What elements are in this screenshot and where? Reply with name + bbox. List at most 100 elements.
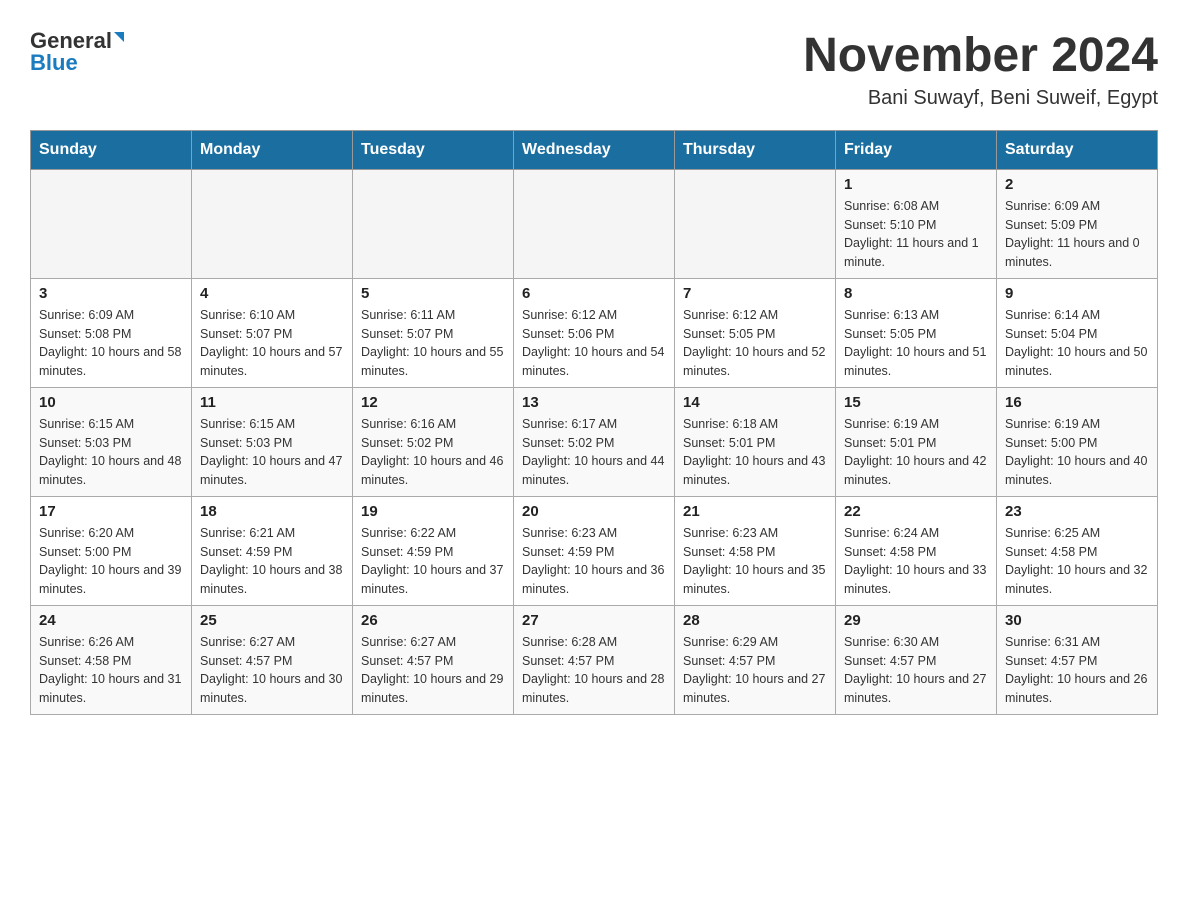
calendar-subtitle: Bani Suwayf, Beni Suweif, Egypt xyxy=(803,87,1158,110)
page-header: General Blue November 2024 Bani Suwayf, … xyxy=(30,30,1158,110)
day-info: Sunrise: 6:24 AM Sunset: 4:58 PM Dayligh… xyxy=(844,524,988,599)
day-info: Sunrise: 6:30 AM Sunset: 4:57 PM Dayligh… xyxy=(844,633,988,708)
day-info: Sunrise: 6:09 AM Sunset: 5:09 PM Dayligh… xyxy=(1005,197,1149,272)
calendar-cell: 6 Sunrise: 6:12 AM Sunset: 5:06 PM Daylig… xyxy=(514,278,675,387)
calendar-cell: 2 Sunrise: 6:09 AM Sunset: 5:09 PM Daylig… xyxy=(997,169,1158,278)
day-info: Sunrise: 6:22 AM Sunset: 4:59 PM Dayligh… xyxy=(361,524,505,599)
day-number: 3 xyxy=(39,285,183,302)
day-info: Sunrise: 6:13 AM Sunset: 5:05 PM Dayligh… xyxy=(844,306,988,381)
calendar-cell: 22Sunrise: 6:24 AM Sunset: 4:58 PM Dayli… xyxy=(836,496,997,605)
calendar-cell: 11Sunrise: 6:15 AM Sunset: 5:03 PM Dayli… xyxy=(192,387,353,496)
day-number: 4 xyxy=(200,285,344,302)
day-number: 5 xyxy=(361,285,505,302)
calendar-cell: 29Sunrise: 6:30 AM Sunset: 4:57 PM Dayli… xyxy=(836,605,997,714)
calendar-cell xyxy=(31,169,192,278)
day-info: Sunrise: 6:23 AM Sunset: 4:58 PM Dayligh… xyxy=(683,524,827,599)
day-number: 23 xyxy=(1005,503,1149,520)
calendar-title: November 2024 xyxy=(803,30,1158,83)
logo: General Blue xyxy=(30,30,124,74)
week-row-3: 10 Sunrise: 6:15 AM Sunset: 5:03 PM Dayli… xyxy=(31,387,1158,496)
day-info: Sunrise: 6:11 AM Sunset: 5:07 PM Dayligh… xyxy=(361,306,505,381)
day-info: Sunrise: 6:21 AM Sunset: 4:59 PM Dayligh… xyxy=(200,524,344,599)
week-row-1: 1 Sunrise: 6:08 AM Sunset: 5:10 PM Daylig… xyxy=(31,169,1158,278)
day-info: Sunrise: 6:09 AM Sunset: 5:08 PM Dayligh… xyxy=(39,306,183,381)
day-number: 24 xyxy=(39,612,183,629)
day-info: Sunrise: 6:31 AM Sunset: 4:57 PM Dayligh… xyxy=(1005,633,1149,708)
calendar-cell: 17Sunrise: 6:20 AM Sunset: 5:00 PM Dayli… xyxy=(31,496,192,605)
header-saturday: Saturday xyxy=(997,130,1158,169)
calendar-cell: 7Sunrise: 6:12 AM Sunset: 5:05 PM Daylig… xyxy=(675,278,836,387)
day-info: Sunrise: 6:14 AM Sunset: 5:04 PM Dayligh… xyxy=(1005,306,1149,381)
calendar-cell: 10 Sunrise: 6:15 AM Sunset: 5:03 PM Dayli… xyxy=(31,387,192,496)
day-number: 2 xyxy=(1005,176,1149,193)
calendar-cell: 13Sunrise: 6:17 AM Sunset: 5:02 PM Dayli… xyxy=(514,387,675,496)
calendar-header-row: SundayMondayTuesdayWednesdayThursdayFrid… xyxy=(31,130,1158,169)
day-info: Sunrise: 6:17 AM Sunset: 5:02 PM Dayligh… xyxy=(522,415,666,490)
header-monday: Monday xyxy=(192,130,353,169)
day-info: Sunrise: 6:25 AM Sunset: 4:58 PM Dayligh… xyxy=(1005,524,1149,599)
calendar-cell: 30 Sunrise: 6:31 AM Sunset: 4:57 PM Dayli… xyxy=(997,605,1158,714)
week-row-2: 3 Sunrise: 6:09 AM Sunset: 5:08 PM Daylig… xyxy=(31,278,1158,387)
calendar-cell: 21Sunrise: 6:23 AM Sunset: 4:58 PM Dayli… xyxy=(675,496,836,605)
calendar-cell: 12 Sunrise: 6:16 AM Sunset: 5:02 PM Dayli… xyxy=(353,387,514,496)
calendar-cell: 23 Sunrise: 6:25 AM Sunset: 4:58 PM Dayli… xyxy=(997,496,1158,605)
day-number: 14 xyxy=(683,394,827,411)
header-wednesday: Wednesday xyxy=(514,130,675,169)
day-number: 9 xyxy=(1005,285,1149,302)
calendar-cell: 20Sunrise: 6:23 AM Sunset: 4:59 PM Dayli… xyxy=(514,496,675,605)
day-info: Sunrise: 6:29 AM Sunset: 4:57 PM Dayligh… xyxy=(683,633,827,708)
day-number: 19 xyxy=(361,503,505,520)
calendar-cell: 18 Sunrise: 6:21 AM Sunset: 4:59 PM Dayli… xyxy=(192,496,353,605)
calendar-cell xyxy=(353,169,514,278)
day-number: 8 xyxy=(844,285,988,302)
calendar-cell: 15 Sunrise: 6:19 AM Sunset: 5:01 PM Dayli… xyxy=(836,387,997,496)
calendar-cell: 19 Sunrise: 6:22 AM Sunset: 4:59 PM Dayli… xyxy=(353,496,514,605)
calendar-cell xyxy=(192,169,353,278)
day-info: Sunrise: 6:18 AM Sunset: 5:01 PM Dayligh… xyxy=(683,415,827,490)
header-sunday: Sunday xyxy=(31,130,192,169)
title-block: November 2024 Bani Suwayf, Beni Suweif, … xyxy=(803,30,1158,110)
day-info: Sunrise: 6:26 AM Sunset: 4:58 PM Dayligh… xyxy=(39,633,183,708)
day-number: 16 xyxy=(1005,394,1149,411)
calendar-cell: 4 Sunrise: 6:10 AM Sunset: 5:07 PM Daylig… xyxy=(192,278,353,387)
day-number: 30 xyxy=(1005,612,1149,629)
calendar-cell: 16Sunrise: 6:19 AM Sunset: 5:00 PM Dayli… xyxy=(997,387,1158,496)
calendar-cell: 25Sunrise: 6:27 AM Sunset: 4:57 PM Dayli… xyxy=(192,605,353,714)
day-number: 25 xyxy=(200,612,344,629)
day-info: Sunrise: 6:15 AM Sunset: 5:03 PM Dayligh… xyxy=(200,415,344,490)
calendar-cell xyxy=(514,169,675,278)
day-info: Sunrise: 6:12 AM Sunset: 5:06 PM Dayligh… xyxy=(522,306,666,381)
day-number: 18 xyxy=(200,503,344,520)
calendar-cell: 8 Sunrise: 6:13 AM Sunset: 5:05 PM Daylig… xyxy=(836,278,997,387)
day-info: Sunrise: 6:12 AM Sunset: 5:05 PM Dayligh… xyxy=(683,306,827,381)
calendar-cell: 1 Sunrise: 6:08 AM Sunset: 5:10 PM Daylig… xyxy=(836,169,997,278)
day-number: 1 xyxy=(844,176,988,193)
day-info: Sunrise: 6:16 AM Sunset: 5:02 PM Dayligh… xyxy=(361,415,505,490)
logo-general-text: General xyxy=(30,30,112,52)
calendar-cell: 27 Sunrise: 6:28 AM Sunset: 4:57 PM Dayli… xyxy=(514,605,675,714)
day-info: Sunrise: 6:27 AM Sunset: 4:57 PM Dayligh… xyxy=(361,633,505,708)
calendar-cell: 26 Sunrise: 6:27 AM Sunset: 4:57 PM Dayli… xyxy=(353,605,514,714)
day-info: Sunrise: 6:28 AM Sunset: 4:57 PM Dayligh… xyxy=(522,633,666,708)
day-number: 12 xyxy=(361,394,505,411)
week-row-5: 24 Sunrise: 6:26 AM Sunset: 4:58 PM Dayli… xyxy=(31,605,1158,714)
day-info: Sunrise: 6:23 AM Sunset: 4:59 PM Dayligh… xyxy=(522,524,666,599)
calendar-cell: 14 Sunrise: 6:18 AM Sunset: 5:01 PM Dayli… xyxy=(675,387,836,496)
day-info: Sunrise: 6:19 AM Sunset: 5:01 PM Dayligh… xyxy=(844,415,988,490)
day-number: 27 xyxy=(522,612,666,629)
calendar-cell: 3 Sunrise: 6:09 AM Sunset: 5:08 PM Daylig… xyxy=(31,278,192,387)
day-number: 15 xyxy=(844,394,988,411)
week-row-4: 17Sunrise: 6:20 AM Sunset: 5:00 PM Dayli… xyxy=(31,496,1158,605)
header-friday: Friday xyxy=(836,130,997,169)
day-number: 6 xyxy=(522,285,666,302)
header-tuesday: Tuesday xyxy=(353,130,514,169)
day-info: Sunrise: 6:10 AM Sunset: 5:07 PM Dayligh… xyxy=(200,306,344,381)
day-number: 10 xyxy=(39,394,183,411)
day-info: Sunrise: 6:08 AM Sunset: 5:10 PM Dayligh… xyxy=(844,197,988,272)
logo-blue-text: Blue xyxy=(30,52,78,74)
day-number: 26 xyxy=(361,612,505,629)
calendar-cell: 9 Sunrise: 6:14 AM Sunset: 5:04 PM Daylig… xyxy=(997,278,1158,387)
day-number: 17 xyxy=(39,503,183,520)
header-thursday: Thursday xyxy=(675,130,836,169)
day-info: Sunrise: 6:15 AM Sunset: 5:03 PM Dayligh… xyxy=(39,415,183,490)
